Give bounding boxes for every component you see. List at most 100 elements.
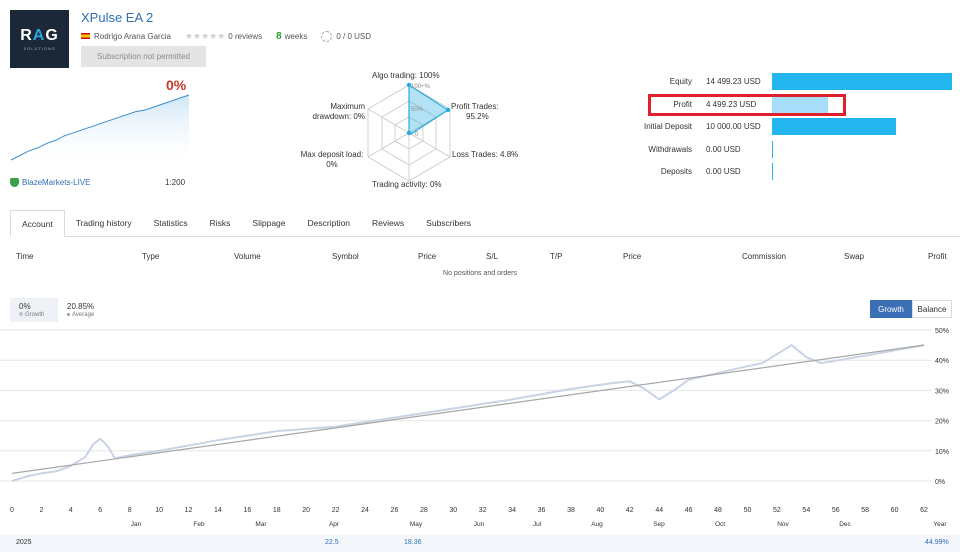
growth-chart: 50%40%30%20%10%0%0 2 4 6 8 10 12 14 16 18 20 22 24 26… [0, 328, 949, 528]
column-header-sl[interactable]: S/L [486, 252, 498, 261]
x-tick-label: 52 [773, 507, 781, 514]
y-tick-label: 30% [935, 388, 949, 395]
radar-label-deposit-title: Max deposit load: [300, 150, 364, 159]
subscribers-count: 0 / 0 USD [336, 31, 372, 41]
reviews-count[interactable]: 0 reviews [228, 32, 262, 41]
product-title[interactable]: XPulse EA 2 [81, 10, 153, 25]
column-header-profit[interactable]: Profit [928, 252, 947, 261]
x-tick-label: 30 [449, 507, 457, 514]
legend-dot-icon [67, 312, 70, 316]
footer-value-apr[interactable]: 22.5 [325, 539, 339, 546]
x-tick-label: 26 [391, 507, 399, 514]
radar-label-profit-title: Profit Trades: [451, 102, 499, 111]
mini-chart-area [11, 95, 189, 160]
month-label: Jul [533, 521, 542, 528]
x-tick-label: 54 [802, 507, 810, 514]
tab-risks[interactable]: Risks [199, 210, 242, 237]
x-tick-label: 4 [69, 507, 73, 514]
balance-bar [772, 73, 952, 90]
legend-dot-icon [19, 312, 23, 317]
balance-toggle-button[interactable]: Balance [912, 300, 952, 318]
radar-label-drawdown-title: Maximum [330, 102, 365, 111]
current-growth-value: 0% [19, 302, 31, 311]
tab-subscribers[interactable]: Subscribers [415, 210, 482, 237]
column-header-time[interactable]: Time [16, 252, 33, 261]
month-label: Jun [474, 521, 485, 528]
tab-statistics[interactable]: Statistics [143, 210, 199, 237]
broker-row[interactable]: BlazeMarkets-LIVE [10, 178, 90, 187]
tab-account[interactable]: Account [10, 210, 65, 237]
bar-value: 0.00 USD [706, 144, 741, 154]
y-tick-label: 20% [935, 419, 949, 426]
bar-label: Equity [669, 77, 692, 86]
radar-label-deposit-load: Max deposit load: 0% [300, 150, 364, 170]
x-tick-label: 56 [832, 507, 840, 514]
x-tick-label: 18 [273, 507, 281, 514]
month-label: Mar [255, 521, 267, 528]
radar-label-loss: Loss Trades: 4.8% [452, 150, 519, 159]
month-label: Sep [653, 521, 665, 528]
column-header-tp[interactable]: T/P [550, 252, 562, 261]
x-tick-label: 32 [479, 507, 487, 514]
tab-description[interactable]: Description [297, 210, 362, 237]
radar-chart: 100+% 50% 0 [367, 82, 451, 182]
column-header-price[interactable]: Price [623, 252, 641, 261]
subscribe-button[interactable]: Subscription not permitted [81, 46, 206, 67]
column-header-commission[interactable]: Commission [742, 252, 786, 261]
radar-point-center [406, 130, 412, 136]
average-growth-label: Average [72, 312, 95, 318]
footer-year-total[interactable]: 44.99% [925, 539, 949, 546]
author-name[interactable]: Rodrigo Arana Garcia [94, 32, 171, 41]
month-label: Oct [715, 521, 725, 528]
x-tick-label: 44 [655, 507, 663, 514]
x-tick-label: 14 [214, 507, 222, 514]
series-line-0 [11, 344, 925, 482]
x-tick-label: 16 [243, 507, 251, 514]
balance-bar [772, 163, 773, 180]
tab-slippage[interactable]: Slippage [241, 210, 296, 237]
month-label: Dec [839, 521, 851, 528]
x-tick-label: 50 [744, 507, 752, 514]
radar-point-profit [445, 107, 451, 113]
balance-bars: Equity 14 499.23 USD Profit 4 499.23 USD Ini… [620, 73, 960, 183]
bar-label: Initial Deposit [643, 122, 692, 131]
footer-year: 2025 [16, 539, 32, 546]
logo-sub: SOLUTIONS [23, 45, 56, 51]
tab-trading-history[interactable]: Trading history [65, 210, 143, 237]
tab-reviews[interactable]: Reviews [361, 210, 415, 237]
x-tick-label: 28 [420, 507, 428, 514]
bar-value: 10 000.00 USD [706, 122, 761, 131]
mini-growth-chart [10, 94, 190, 161]
bar-value: 0.00 USD [706, 167, 741, 176]
growth-toggle-button[interactable]: Growth [870, 300, 912, 318]
x-tick-label: 22 [332, 507, 340, 514]
column-header-volume[interactable]: Volume [234, 252, 261, 261]
radar-label-drawdown: Maximum drawdown: 0% [312, 102, 365, 122]
x-tick-label: 60 [891, 507, 899, 514]
author-row: Rodrigo Arana Garcia ★★★★★ 0 reviews 8 w… [81, 30, 371, 42]
no-orders-message: No positions and orders [443, 270, 517, 277]
x-tick-label: 38 [567, 507, 575, 514]
column-header-type[interactable]: Type [142, 252, 159, 261]
broker-name[interactable]: BlazeMarkets-LIVE [22, 178, 90, 187]
x-tick-label: 34 [508, 507, 516, 514]
bar-label: Withdrawals [648, 144, 692, 154]
radar-label-profit-value: 95.2% [466, 112, 489, 121]
month-label: Feb [193, 521, 205, 528]
x-tick-label: 46 [685, 507, 693, 514]
column-header-swap[interactable]: Swap [844, 252, 864, 261]
radar-label-algo: Algo trading: 100% [372, 71, 440, 80]
footer-value-may[interactable]: 18.36 [404, 539, 422, 546]
x-tick-label: 40 [596, 507, 604, 514]
radar-ring-label-50: 50% [411, 107, 424, 113]
column-header-symbol[interactable]: Symbol [332, 252, 359, 261]
rating-stars-icon: ★★★★★ [184, 30, 226, 41]
balance-bar [772, 140, 773, 158]
x-tick-label: 36 [538, 507, 546, 514]
column-header-price[interactable]: Price [418, 252, 436, 261]
spain-flag-icon [81, 33, 90, 39]
verified-shield-icon [10, 178, 19, 187]
current-growth-label: Growth [25, 312, 45, 318]
x-tick-label: 8 [128, 507, 132, 514]
radar-label-profit: Profit Trades: 95.2% [451, 102, 499, 122]
